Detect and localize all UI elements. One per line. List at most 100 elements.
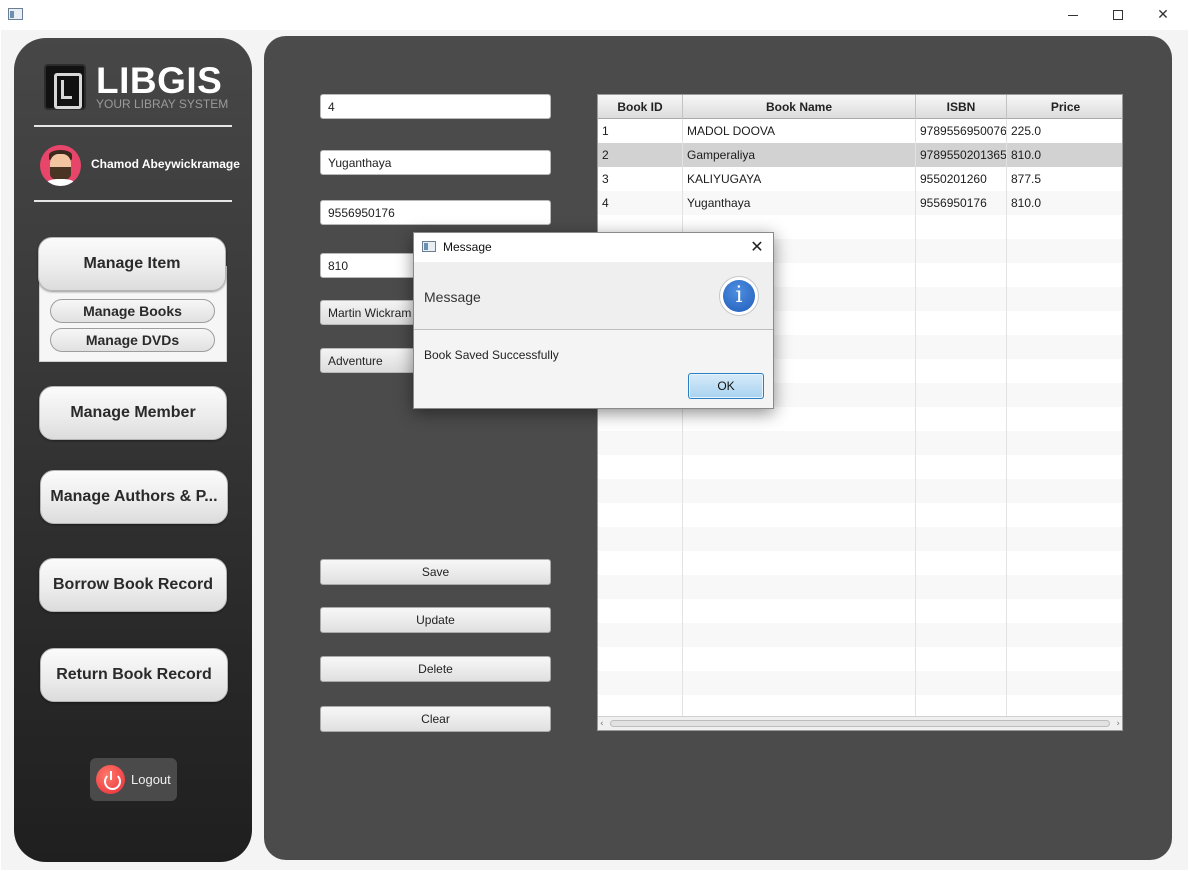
table-row-empty[interactable] bbox=[598, 647, 1122, 671]
cell-book-name bbox=[683, 479, 916, 503]
cell-book-name bbox=[683, 671, 916, 695]
manage-authors-button[interactable]: Manage Authors & P... bbox=[40, 470, 228, 524]
cell-price bbox=[1007, 383, 1122, 407]
books-table[interactable]: Book ID Book Name ISBN Price 1 MADOL DOOV… bbox=[597, 94, 1123, 731]
logout-button[interactable]: Logout bbox=[90, 758, 177, 801]
cell-price: 877.5 bbox=[1011, 172, 1042, 186]
cell-book-id: 2 bbox=[598, 143, 683, 167]
scrollbar-thumb[interactable] bbox=[610, 720, 1110, 727]
book-name-field[interactable]: Yuganthaya bbox=[320, 150, 551, 175]
cell-price bbox=[1007, 287, 1122, 311]
dialog-header-text: Message bbox=[424, 289, 481, 305]
table-row-empty[interactable] bbox=[598, 623, 1122, 647]
cell-isbn bbox=[916, 263, 1007, 287]
cell-book-name: MADOL DOOVA bbox=[683, 119, 916, 143]
cell-price bbox=[1007, 359, 1122, 383]
table-row-empty[interactable] bbox=[598, 479, 1122, 503]
cell-isbn bbox=[916, 215, 1007, 239]
maximize-button[interactable] bbox=[1095, 0, 1141, 30]
table-row[interactable]: 1 MADOL DOOVA 9789556950076 225.0 bbox=[598, 119, 1122, 143]
column-header-isbn[interactable]: ISBN bbox=[916, 95, 1007, 119]
close-window-button[interactable]: ✕ bbox=[1140, 0, 1186, 30]
table-row-empty[interactable] bbox=[598, 455, 1122, 479]
table-row[interactable]: 4 Yuganthaya 9556950176 810.0 bbox=[598, 191, 1122, 215]
scroll-right-icon[interactable]: › bbox=[1116, 717, 1120, 730]
table-row-empty[interactable] bbox=[598, 431, 1122, 455]
cell-isbn: 9789556950076 bbox=[916, 119, 1007, 143]
table-row-empty[interactable] bbox=[598, 503, 1122, 527]
cell-isbn bbox=[916, 551, 1007, 575]
cell-isbn: 9550201260 bbox=[916, 167, 1007, 191]
manage-member-button[interactable]: Manage Member bbox=[39, 386, 227, 440]
borrow-book-record-button[interactable]: Borrow Book Record bbox=[39, 558, 227, 612]
scroll-left-icon[interactable]: ‹ bbox=[600, 717, 604, 730]
cell-price: 225.0 bbox=[1011, 124, 1042, 138]
cell-book-id bbox=[598, 599, 683, 623]
cell-price bbox=[1007, 599, 1122, 623]
update-button[interactable]: Update bbox=[320, 607, 551, 633]
return-book-record-button[interactable]: Return Book Record bbox=[40, 648, 228, 702]
cell-price bbox=[1007, 527, 1122, 551]
horizontal-scrollbar[interactable]: ‹ › bbox=[598, 716, 1122, 730]
cell-isbn bbox=[916, 647, 1007, 671]
table-row-empty[interactable] bbox=[598, 551, 1122, 575]
column-header-book-name[interactable]: Book Name bbox=[683, 95, 916, 119]
isbn-field[interactable]: 9556950176 bbox=[320, 200, 551, 225]
clear-button[interactable]: Clear bbox=[320, 706, 551, 732]
cell-price bbox=[1007, 263, 1122, 287]
column-header-book-id[interactable]: Book ID bbox=[598, 95, 683, 119]
cell-price: 810.0 bbox=[1011, 196, 1042, 210]
cell-isbn bbox=[916, 287, 1007, 311]
sidebar-divider-bottom bbox=[34, 200, 232, 202]
dialog-header: Message i bbox=[414, 262, 773, 330]
app-logo-subtitle: YOUR LIBRAY SYSTEM bbox=[96, 97, 229, 111]
cell-book-id bbox=[598, 527, 683, 551]
table-row-empty[interactable] bbox=[598, 575, 1122, 599]
cell-book-name bbox=[683, 527, 916, 551]
dialog-title: Message bbox=[443, 240, 492, 254]
dialog-close-button[interactable]: ✕ bbox=[747, 237, 767, 257]
cell-book-id bbox=[598, 407, 683, 431]
cell-isbn bbox=[916, 479, 1007, 503]
info-icon: i bbox=[719, 276, 759, 316]
cell-price: 810.0 bbox=[1011, 148, 1042, 162]
manage-books-button[interactable]: Manage Books bbox=[50, 299, 215, 323]
cell-book-id bbox=[598, 455, 683, 479]
cell-price bbox=[1007, 503, 1122, 527]
cell-book-name bbox=[683, 575, 916, 599]
cell-book-id bbox=[598, 431, 683, 455]
cell-isbn bbox=[916, 503, 1007, 527]
cell-book-name: Gamperaliya bbox=[683, 143, 916, 167]
delete-button[interactable]: Delete bbox=[320, 656, 551, 682]
table-row[interactable]: 2 Gamperaliya 9789550201365 810.0 bbox=[598, 143, 1122, 167]
cell-isbn bbox=[916, 239, 1007, 263]
cell-isbn bbox=[916, 623, 1007, 647]
cell-price bbox=[1007, 575, 1122, 599]
cell-book-name bbox=[683, 407, 916, 431]
column-header-price[interactable]: Price bbox=[1007, 95, 1122, 119]
ok-button[interactable]: OK bbox=[688, 373, 764, 399]
dialog-title-bar: Message ✕ bbox=[414, 233, 773, 262]
book-id-field[interactable]: 4 bbox=[320, 94, 551, 119]
maximize-icon bbox=[1113, 10, 1123, 20]
app-window-icon bbox=[8, 8, 23, 20]
cell-isbn bbox=[916, 575, 1007, 599]
table-row-empty[interactable] bbox=[598, 407, 1122, 431]
cell-price bbox=[1007, 239, 1122, 263]
cell-book-id bbox=[598, 671, 683, 695]
manage-dvds-button[interactable]: Manage DVDs bbox=[50, 328, 215, 352]
cell-price bbox=[1007, 311, 1122, 335]
minimize-button[interactable] bbox=[1050, 0, 1096, 30]
table-row[interactable]: 3 KALIYUGAYA 9550201260 877.5 bbox=[598, 167, 1122, 191]
table-row-empty[interactable] bbox=[598, 599, 1122, 623]
table-row-empty[interactable] bbox=[598, 671, 1122, 695]
window-title-bar: ✕ bbox=[0, 0, 1189, 30]
table-row-empty[interactable] bbox=[598, 527, 1122, 551]
manage-item-button[interactable]: Manage Item bbox=[38, 237, 226, 291]
save-button[interactable]: Save bbox=[320, 559, 551, 585]
cell-isbn bbox=[916, 407, 1007, 431]
user-name: Chamod Abeywickramage bbox=[91, 157, 240, 171]
cell-price bbox=[1007, 647, 1122, 671]
cell-book-id bbox=[598, 647, 683, 671]
library-logo-icon bbox=[44, 64, 86, 110]
